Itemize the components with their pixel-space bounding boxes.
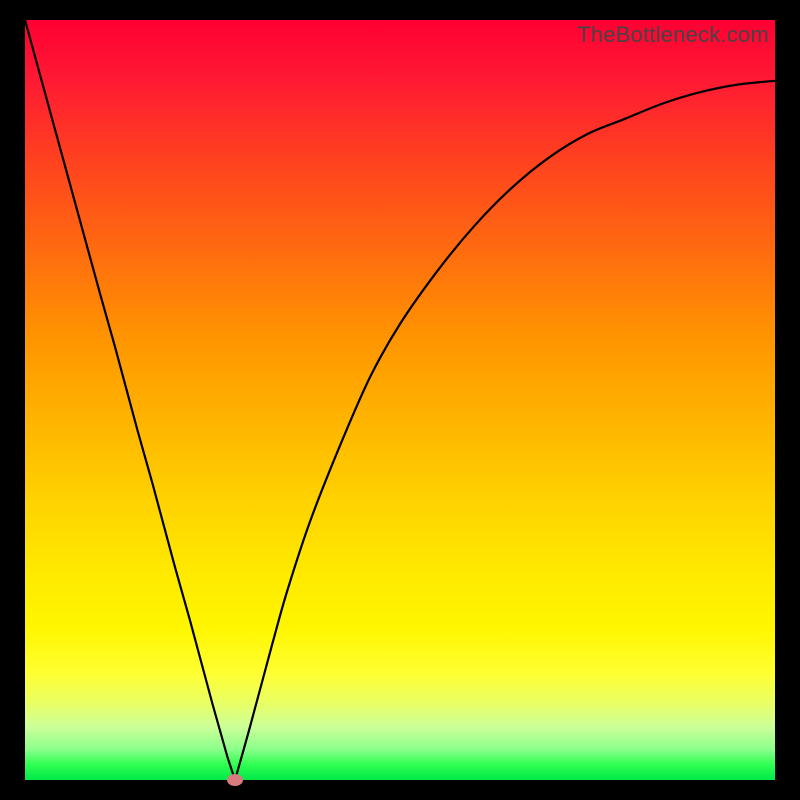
watermark-text: TheBottleneck.com bbox=[577, 22, 769, 48]
minimum-marker bbox=[227, 774, 243, 786]
chart-frame: TheBottleneck.com bbox=[0, 0, 800, 800]
plot-area: TheBottleneck.com bbox=[25, 20, 775, 780]
bottleneck-curve bbox=[25, 20, 775, 780]
